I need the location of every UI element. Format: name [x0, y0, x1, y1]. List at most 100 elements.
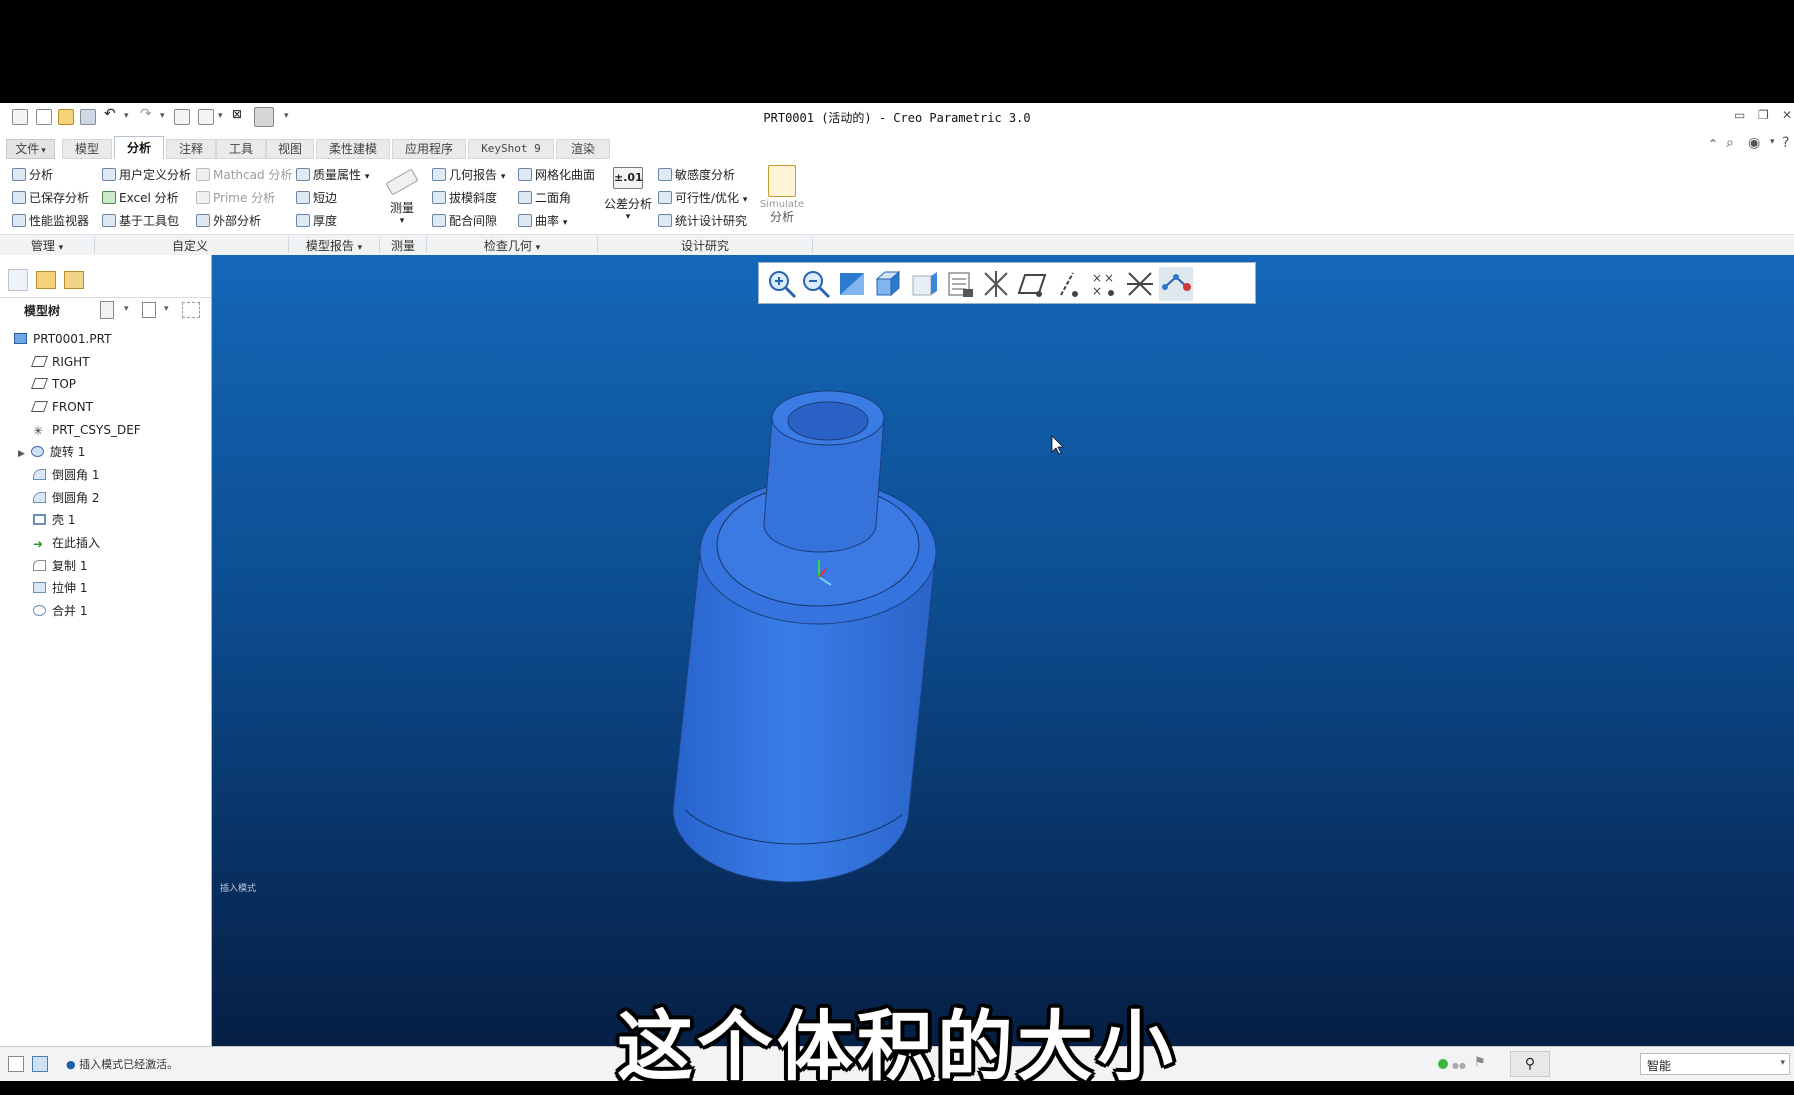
sensitivity-analysis-button[interactable]: 敏感度分析: [658, 167, 735, 183]
csys-icon: ✳: [33, 424, 44, 438]
datum-plane-icon: [30, 356, 49, 367]
performance-monitor-button[interactable]: 性能监视器: [12, 213, 89, 229]
favorites-tab-icon[interactable]: [64, 271, 84, 289]
feasibility-icon: [658, 191, 672, 204]
tree-item-round-2[interactable]: 倒圆角 2: [33, 488, 99, 508]
tree-item-top[interactable]: TOP: [30, 374, 76, 394]
tolerance-icon: ±.01: [613, 167, 643, 189]
search-icon[interactable]: ⌕: [1726, 135, 1734, 151]
thickness-button[interactable]: 厚度: [296, 213, 337, 229]
tree-columns-caret-icon[interactable]: ▾: [164, 304, 169, 314]
external-analysis-button[interactable]: 外部分析: [196, 213, 261, 229]
group-manage[interactable]: 管理 ▾: [0, 237, 94, 254]
tab-analysis[interactable]: 分析: [114, 136, 164, 160]
geometry-report-button[interactable]: 几何报告 ▾: [432, 167, 505, 183]
mathcad-icon: [196, 168, 210, 181]
tree-item-csys[interactable]: ✳ PRT_CSYS_DEF: [33, 420, 141, 440]
tab-tools[interactable]: 工具: [216, 139, 266, 159]
tree-item-part[interactable]: PRT0001.PRT: [14, 329, 111, 349]
minimize-icon[interactable]: ▭: [1734, 108, 1745, 122]
dihedral-angle-icon: [518, 191, 532, 204]
tree-item-insert-here[interactable]: ➜ 在此插入: [33, 533, 100, 553]
datum-plane-icon: [30, 401, 49, 412]
toolkit-icon: [102, 214, 116, 227]
window-title: PRT0001 (活动的) - Creo Parametric 3.0: [763, 111, 1031, 125]
tab-model[interactable]: 模型: [62, 139, 112, 159]
user-defined-analysis-button[interactable]: 用户定义分析: [102, 167, 191, 183]
tree-item-merge[interactable]: 合并 1: [33, 601, 87, 621]
tab-keyshot[interactable]: KeyShot 9: [468, 139, 554, 159]
tree-filter-icon[interactable]: [182, 302, 200, 318]
clearance-button[interactable]: 配合间隙: [432, 213, 497, 229]
geometry-report-icon: [432, 168, 446, 181]
sensitivity-icon: [658, 168, 672, 181]
graphics-window[interactable]: × × × 插入模式: [212, 255, 1794, 1046]
statistical-design-button[interactable]: 统计设计研究: [658, 213, 747, 229]
tree-columns-icon[interactable]: [142, 302, 156, 318]
group-inspect-geometry[interactable]: 检查几何 ▾: [427, 237, 597, 254]
tree-item-copy[interactable]: 复制 1: [33, 556, 87, 576]
revolve-icon: [30, 446, 44, 457]
mesh-surface-button[interactable]: 网格化曲面: [518, 167, 595, 183]
measure-button[interactable]: 测量 ▾: [385, 167, 419, 226]
external-analysis-icon: [196, 214, 210, 227]
tolerance-analysis-button[interactable]: ±.01 公差分析 ▾: [604, 167, 652, 222]
group-measure: 测量: [390, 239, 415, 253]
tab-flexible-modeling[interactable]: 柔性建模: [316, 139, 390, 159]
shell-icon: [33, 514, 46, 525]
tree-settings-caret-icon[interactable]: ▾: [124, 304, 129, 314]
draft-button[interactable]: 拔模斜度: [432, 190, 497, 206]
tree-item-front[interactable]: FRONT: [30, 397, 93, 417]
prime-icon: [196, 191, 210, 204]
part-model[interactable]: [672, 390, 937, 883]
toolkit-analysis-button[interactable]: 基于工具包: [102, 213, 179, 229]
thickness-icon: [296, 214, 310, 227]
close-icon[interactable]: ✕: [1782, 108, 1792, 122]
performance-monitor-icon: [12, 214, 26, 227]
analysis-button[interactable]: 分析: [12, 167, 53, 183]
group-separator: [812, 237, 813, 253]
community-caret-icon[interactable]: ▾: [1770, 137, 1775, 147]
simulate-analysis-button[interactable]: Simulate 分析: [756, 165, 808, 224]
tree-item-shell[interactable]: 壳 1: [33, 510, 75, 530]
tree-item-revolve[interactable]: ▶ 旋转 1: [18, 442, 85, 462]
tree-item-extrude[interactable]: 拉伸 1: [33, 578, 87, 598]
model-tree-tab-icon[interactable]: [8, 269, 28, 291]
navigator-panel: 模型树 ▾ ▾ PRT0001.PRT RIGHT TOP FRONT ✳ PRT…: [0, 255, 212, 1046]
ribbon-tab-bar: 文件 ▾ 模型 分析 注释 工具 视图 柔性建模 应用程序 KeyShot 9 渲…: [0, 131, 1794, 160]
collapse-ribbon-icon[interactable]: ⌃: [1708, 137, 1718, 151]
part-icon: [14, 333, 27, 344]
tree-item-round-1[interactable]: 倒圆角 1: [33, 465, 99, 485]
tab-render[interactable]: 渲染: [556, 139, 610, 159]
excel-analysis-button[interactable]: Excel 分析: [102, 190, 179, 206]
curvature-button[interactable]: 曲率 ▾: [518, 213, 567, 229]
tab-view[interactable]: 视图: [266, 139, 314, 159]
feasibility-optimization-button[interactable]: 可行性/优化 ▾: [658, 190, 747, 206]
mode-indicator: 插入模式: [220, 884, 257, 894]
prime-analysis-button[interactable]: Prime 分析: [196, 190, 275, 206]
tab-applications[interactable]: 应用程序: [392, 139, 466, 159]
help-icon[interactable]: ?: [1782, 135, 1789, 151]
group-model-report[interactable]: 模型报告 ▾: [289, 237, 379, 254]
merge-icon: [33, 605, 46, 616]
title-bar: ↶ ▾ ↷ ▾ ▾ ⊠ ▾ PRT0001 (活动的) - Creo Param…: [0, 103, 1794, 132]
statistical-design-icon: [658, 214, 672, 227]
mathcad-analysis-button[interactable]: Mathcad 分析: [196, 167, 292, 183]
tab-file[interactable]: 文件 ▾: [6, 139, 55, 159]
tab-annotate[interactable]: 注释: [166, 139, 216, 159]
tree-settings-icon[interactable]: [100, 301, 114, 319]
video-subtitle: 这个体积的大小: [617, 1002, 1177, 1091]
mass-properties-icon: [296, 168, 310, 181]
saved-analysis-button[interactable]: 已保存分析: [12, 190, 89, 206]
community-icon[interactable]: ◉: [1748, 135, 1760, 151]
mass-properties-button[interactable]: 质量属性 ▾: [296, 167, 369, 183]
short-edge-button[interactable]: 短边: [296, 190, 337, 206]
model-canvas: [672, 390, 1064, 883]
dihedral-angle-button[interactable]: 二面角: [518, 190, 571, 206]
restore-icon[interactable]: ❐: [1758, 108, 1769, 122]
expand-arrow-icon[interactable]: ▶: [18, 449, 25, 459]
tree-item-right[interactable]: RIGHT: [30, 352, 90, 372]
folder-browser-tab-icon[interactable]: [36, 271, 56, 289]
extrude-icon: [33, 582, 46, 593]
ribbon-analysis: 分析 已保存分析 性能监视器 用户定义分析 Excel 分析 基于工具包 Mat…: [0, 159, 1794, 234]
